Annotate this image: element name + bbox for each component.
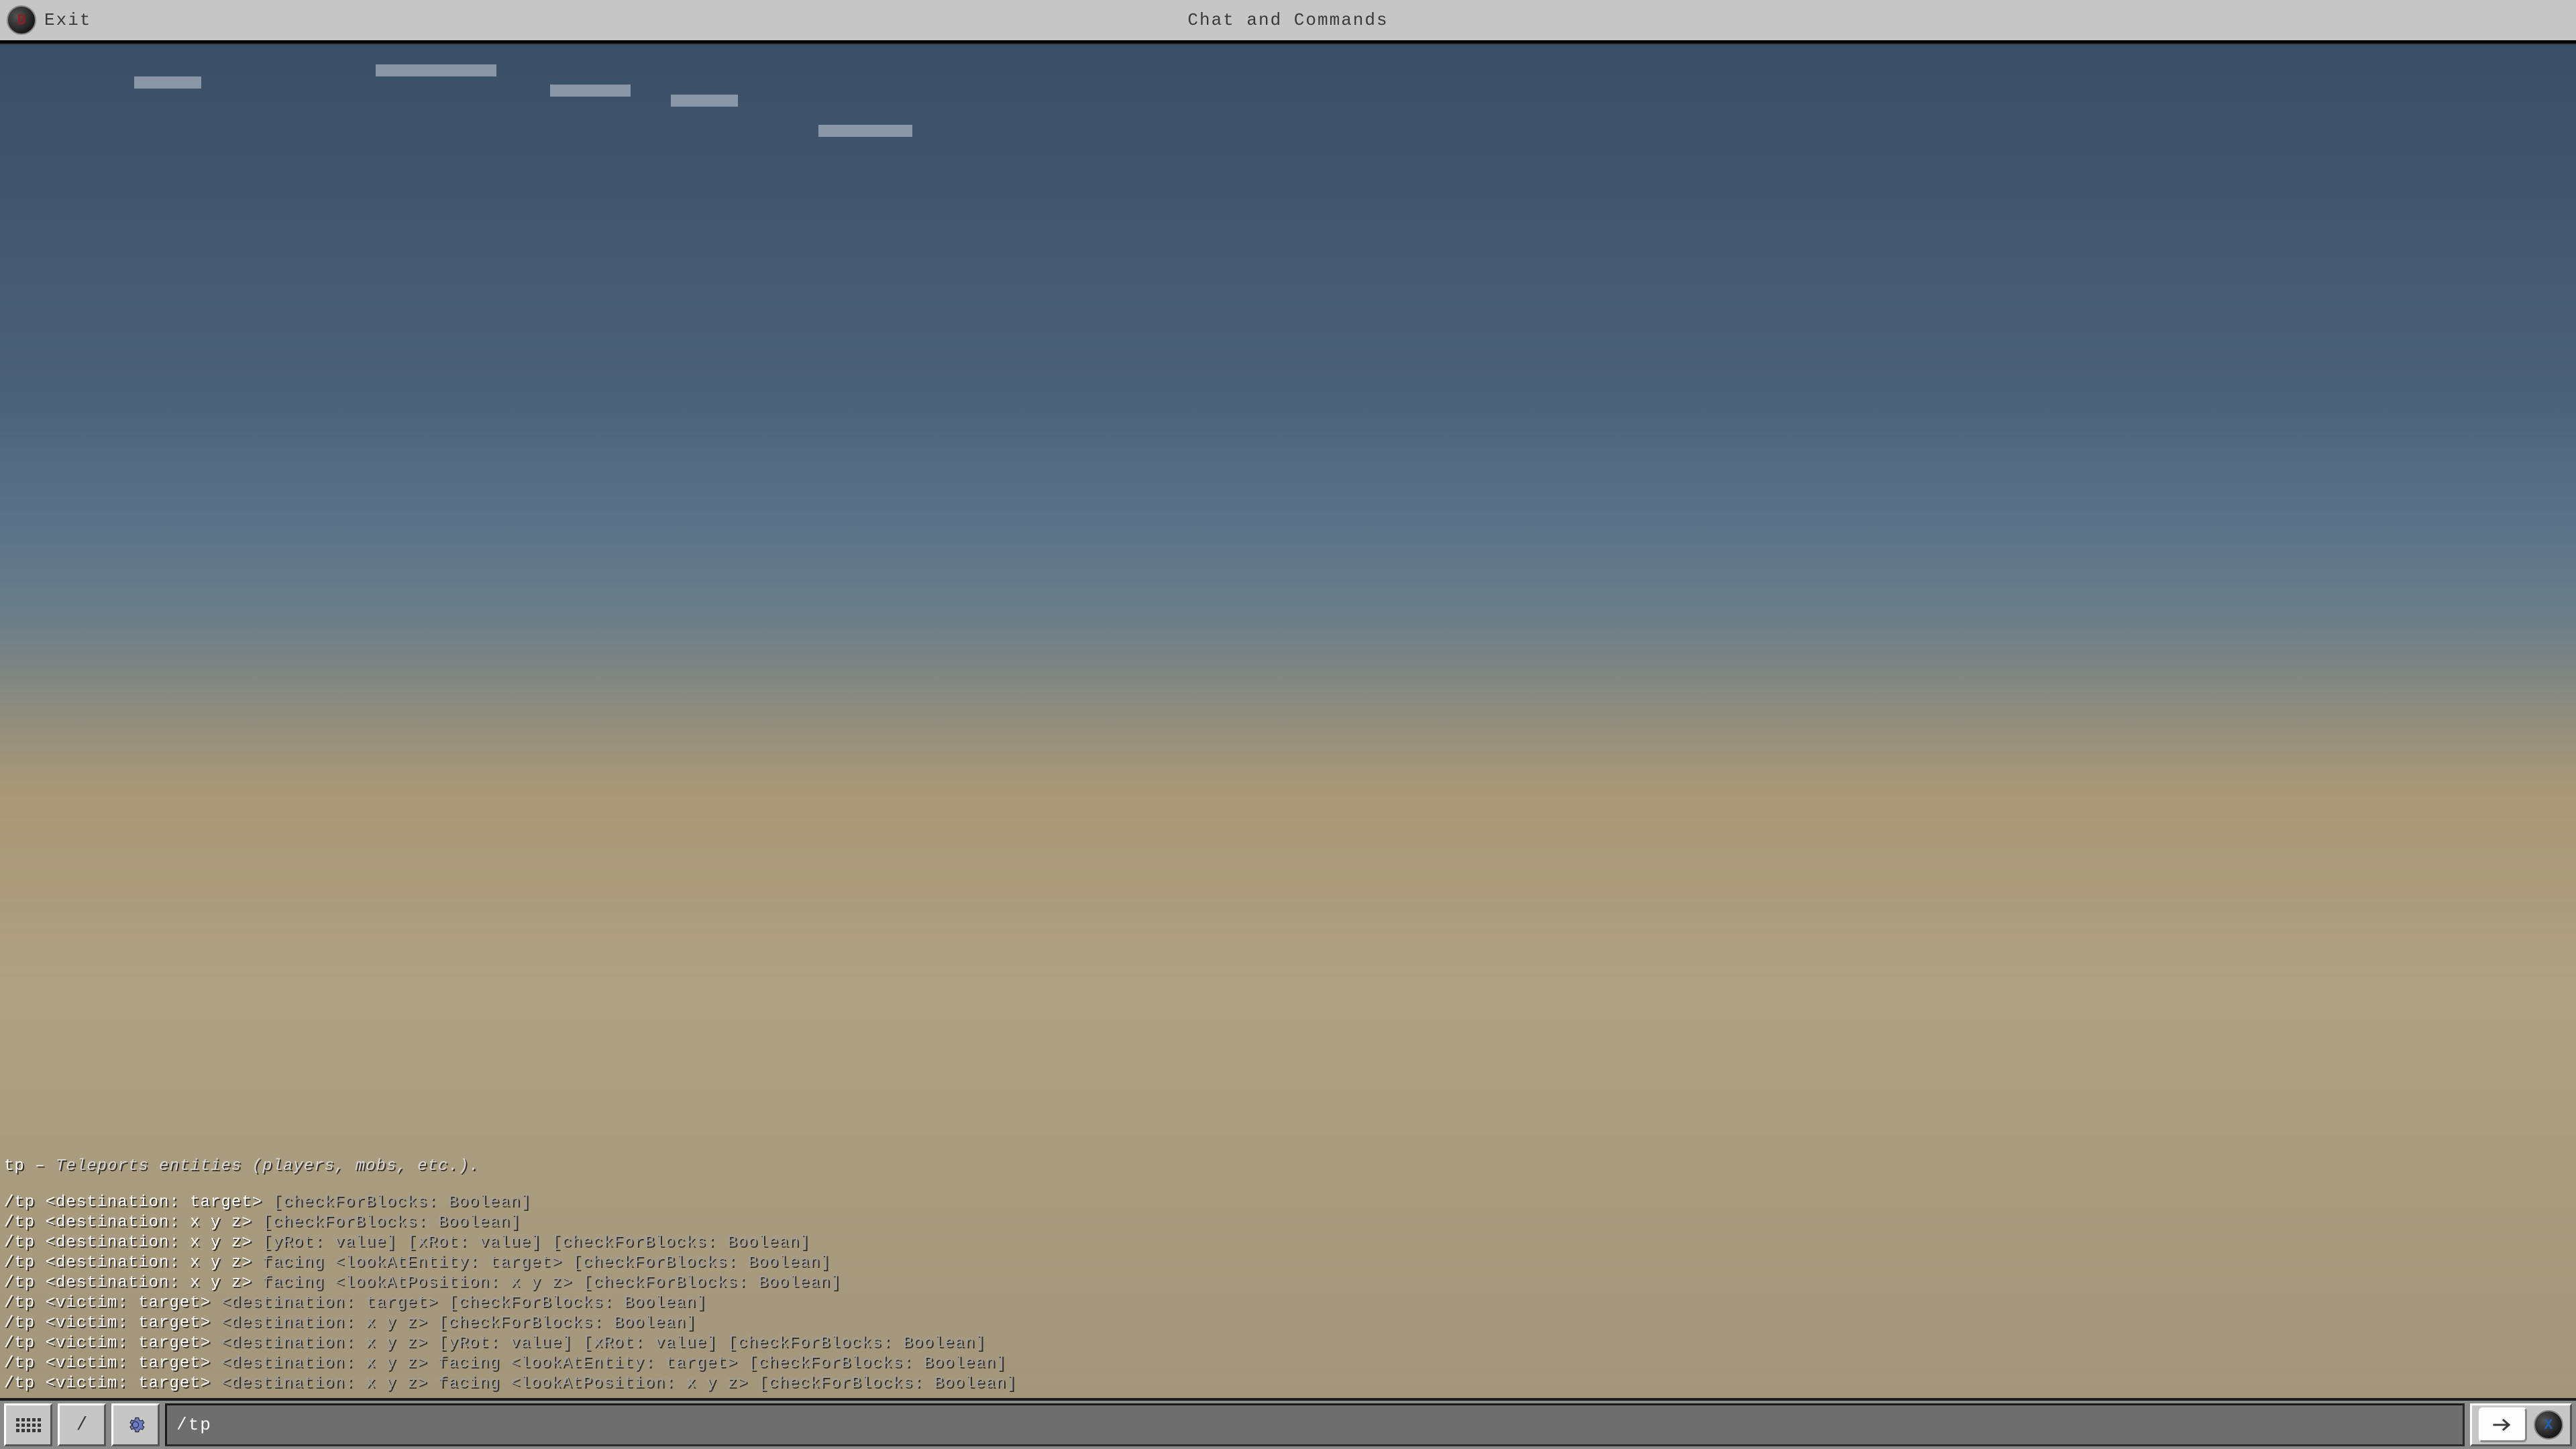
syntax-optional: [checkForBlocks: Boolean] xyxy=(262,1214,521,1232)
syntax-optional: <destination: x y z> [checkForBlocks: Bo… xyxy=(221,1314,696,1332)
syntax-required: /tp <victim: target> xyxy=(4,1314,221,1332)
syntax-optional: <destination: target> [checkForBlocks: B… xyxy=(221,1294,706,1312)
command-syntax-line: /tp <destination: x y z> [yRot: value] [… xyxy=(4,1233,2572,1253)
syntax-optional: facing <lookAtEntity: target> [checkForB… xyxy=(262,1254,830,1272)
command-syntax-line: /tp <destination: target> [checkForBlock… xyxy=(4,1193,2572,1213)
cloud-decoration xyxy=(671,95,738,107)
syntax-required: /tp <destination: x y z> xyxy=(4,1214,262,1232)
command-name: tp xyxy=(4,1157,25,1175)
gear-icon xyxy=(126,1415,145,1434)
header-bar: B Exit Chat and Commands xyxy=(0,0,2576,43)
syntax-required: /tp <destination: x y z> xyxy=(4,1274,262,1292)
cloud-decoration xyxy=(818,125,912,137)
syntax-required: /tp <destination: x y z> xyxy=(4,1254,262,1272)
b-badge-icon: B xyxy=(7,5,36,35)
syntax-required: /tp <destination: x y z> xyxy=(4,1234,262,1252)
command-syntax-line: /tp <victim: target> <destination: targe… xyxy=(4,1293,2572,1313)
command-description: tp – Teleports entities (players, mobs, … xyxy=(4,1157,2572,1177)
send-button[interactable]: X xyxy=(2470,1403,2572,1446)
command-help-overlay: tp – Teleports entities (players, mobs, … xyxy=(4,1157,2572,1394)
syntax-required: /tp <victim: target> xyxy=(4,1375,221,1393)
cloud-decoration xyxy=(134,76,201,89)
keyboard-button[interactable] xyxy=(4,1403,52,1446)
x-badge-icon: X xyxy=(2534,1410,2563,1440)
command-syntax-line: /tp <victim: target> <destination: x y z… xyxy=(4,1374,2572,1394)
syntax-required: /tp <victim: target> xyxy=(4,1354,221,1373)
syntax-optional: [checkForBlocks: Boolean] xyxy=(272,1193,531,1212)
slash-icon: / xyxy=(76,1415,88,1436)
keyboard-icon xyxy=(16,1418,41,1432)
chat-input[interactable] xyxy=(176,1415,2453,1435)
cloud-decoration xyxy=(550,85,631,97)
send-icon xyxy=(2479,1407,2527,1442)
syntax-required: /tp <victim: target> xyxy=(4,1334,221,1352)
command-syntax-line: /tp <destination: x y z> [checkForBlocks… xyxy=(4,1213,2572,1233)
slash-button[interactable]: / xyxy=(58,1403,106,1446)
syntax-required: /tp <destination: target> xyxy=(4,1193,272,1212)
exit-label: Exit xyxy=(44,10,91,30)
command-sep: – xyxy=(25,1157,56,1175)
command-syntax-line: /tp <victim: target> <destination: x y z… xyxy=(4,1354,2572,1374)
syntax-required: /tp <victim: target> xyxy=(4,1294,221,1312)
chat-input-bar: / X xyxy=(0,1398,2576,1449)
exit-button[interactable]: B Exit xyxy=(0,5,91,35)
command-syntax-line: /tp <destination: x y z> facing <lookAtP… xyxy=(4,1273,2572,1293)
syntax-optional: <destination: x y z> [yRot: value] [xRot… xyxy=(221,1334,985,1352)
cloud-decoration xyxy=(376,64,496,76)
command-syntax-line: /tp <victim: target> <destination: x y z… xyxy=(4,1313,2572,1334)
page-title: Chat and Commands xyxy=(1187,10,1388,30)
syntax-optional: <destination: x y z> facing <lookAtPosit… xyxy=(221,1375,1016,1393)
syntax-optional: facing <lookAtPosition: x y z> [checkFor… xyxy=(262,1274,841,1292)
command-syntax-line: /tp <destination: x y z> facing <lookAtE… xyxy=(4,1253,2572,1273)
command-syntax-list: /tp <destination: target> [checkForBlock… xyxy=(4,1193,2572,1394)
chat-settings-button[interactable] xyxy=(111,1403,160,1446)
game-world-view: tp – Teleports entities (players, mobs, … xyxy=(0,43,2576,1398)
syntax-optional: [yRot: value] [xRot: value] [checkForBlo… xyxy=(262,1234,810,1252)
command-desc-text: Teleports entities (players, mobs, etc.)… xyxy=(56,1157,480,1175)
chat-input-container[interactable] xyxy=(165,1403,2465,1446)
command-syntax-line: /tp <victim: target> <destination: x y z… xyxy=(4,1334,2572,1354)
syntax-optional: <destination: x y z> facing <lookAtEntit… xyxy=(221,1354,1006,1373)
